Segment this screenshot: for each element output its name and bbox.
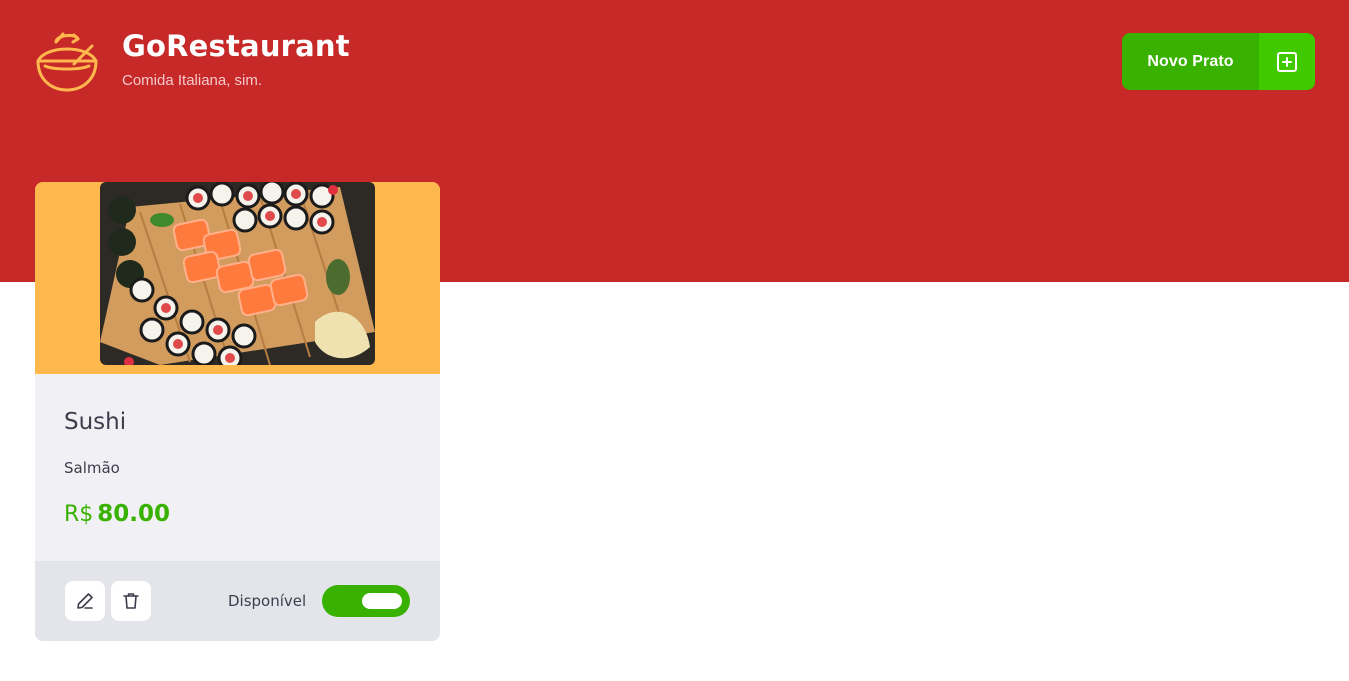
new-dish-button-label: Novo Prato: [1122, 33, 1259, 90]
toggle-knob: [362, 593, 402, 609]
brand-subtitle: Comida Italiana, sim.: [122, 72, 263, 89]
dish-card-footer: Disponível: [35, 561, 440, 641]
edit-dish-button[interactable]: [65, 581, 105, 621]
plus-square-icon: [1259, 33, 1315, 90]
price-currency: R$: [64, 502, 94, 527]
dish-info: Sushi Salmão R$ 80.00: [35, 374, 440, 561]
availability-label: Disponível: [228, 592, 307, 610]
dish-card: Sushi Salmão R$ 80.00 Disponível: [35, 182, 440, 641]
pencil-icon: [77, 593, 93, 609]
delete-dish-button[interactable]: [111, 581, 151, 621]
dish-price: R$ 80.00: [64, 498, 170, 532]
availability-toggle[interactable]: [322, 585, 410, 617]
trash-icon: [123, 593, 139, 609]
dish-description: Salmão: [64, 459, 120, 477]
new-dish-button[interactable]: Novo Prato: [1122, 33, 1315, 90]
dish-image-container: [35, 182, 440, 374]
dish-photo: [100, 182, 375, 365]
dish-name: Sushi: [64, 409, 127, 435]
food-bowl-icon: [36, 32, 98, 92]
brand-title: GoRestaurant: [122, 29, 350, 63]
price-value: 80.00: [97, 501, 171, 527]
